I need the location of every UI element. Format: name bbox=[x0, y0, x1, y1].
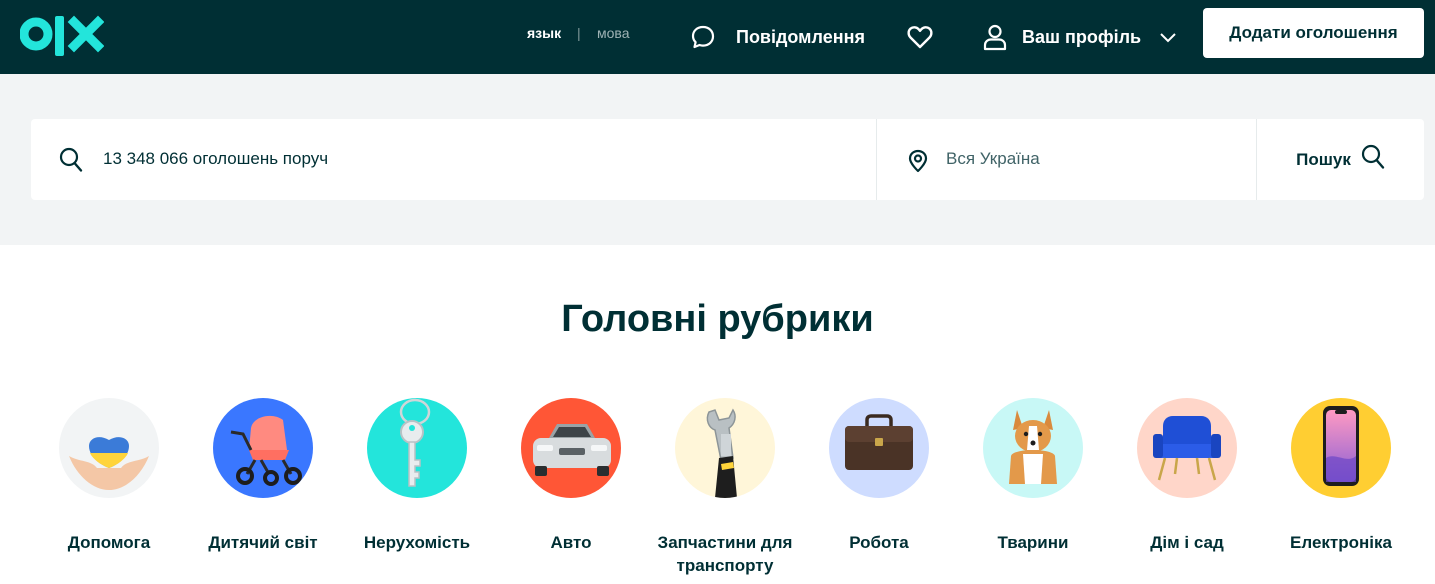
profile-menu[interactable]: Ваш профіль bbox=[982, 0, 1177, 74]
lang-separator: | bbox=[577, 25, 581, 41]
messages-label: Повідомлення bbox=[736, 26, 865, 47]
heart-icon bbox=[906, 24, 934, 50]
category-jobs[interactable]: Робота bbox=[804, 398, 954, 554]
chevron-down-icon bbox=[1159, 31, 1177, 43]
category-auto[interactable]: Авто bbox=[496, 398, 646, 554]
category-parts[interactable]: Запчастини для транспорту bbox=[650, 398, 800, 577]
lang-ua-link[interactable]: мова bbox=[597, 25, 629, 41]
search-section: Пошук bbox=[0, 74, 1435, 245]
category-home-garden[interactable]: Дім і сад bbox=[1112, 398, 1262, 554]
user-icon bbox=[982, 23, 1008, 51]
category-label: Запчастини для транспорту bbox=[657, 533, 793, 575]
category-label: Авто bbox=[550, 533, 592, 552]
profile-label: Ваш профіль bbox=[1022, 26, 1142, 47]
section-title: Головні рубрики bbox=[561, 298, 874, 340]
briefcase-icon bbox=[829, 398, 929, 498]
location-input[interactable] bbox=[946, 139, 1246, 179]
armchair-icon bbox=[1137, 398, 1237, 498]
stroller-icon bbox=[213, 398, 313, 498]
category-real-estate[interactable]: Нерухомість bbox=[342, 398, 492, 554]
category-kids[interactable]: Дитячий світ bbox=[188, 398, 338, 554]
search-input[interactable] bbox=[103, 139, 863, 179]
category-help[interactable]: Допомога bbox=[34, 398, 184, 554]
search-divider bbox=[876, 119, 877, 200]
category-animals[interactable]: Тварини bbox=[958, 398, 1108, 554]
category-label: Робота bbox=[849, 533, 909, 552]
category-label: Дім і сад bbox=[1150, 533, 1224, 552]
category-label: Дитячий світ bbox=[208, 533, 318, 552]
category-label: Електроніка bbox=[1290, 533, 1392, 552]
olx-logo[interactable] bbox=[19, 14, 105, 58]
search-icon bbox=[1361, 144, 1385, 175]
location-pin-icon bbox=[907, 149, 929, 178]
messages-link[interactable]: Повідомлення bbox=[690, 0, 865, 74]
category-electronics[interactable]: Електроніка bbox=[1266, 398, 1416, 554]
add-listing-button[interactable]: Додати оголошення bbox=[1203, 8, 1424, 58]
dog-icon bbox=[983, 398, 1083, 498]
search-bar: Пошук bbox=[31, 119, 1424, 200]
smartphone-icon bbox=[1291, 398, 1391, 498]
chat-bubble-icon bbox=[690, 24, 716, 50]
key-icon bbox=[367, 398, 467, 498]
car-icon bbox=[521, 398, 621, 498]
lang-ru-link[interactable]: язык bbox=[527, 25, 561, 41]
wrench-icon bbox=[675, 398, 775, 498]
heart-hands-icon bbox=[59, 398, 159, 498]
category-label: Допомога bbox=[67, 533, 151, 552]
top-header: язык | мова Повідомлення Ваш профіль Дод… bbox=[0, 0, 1435, 74]
category-label: Тварини bbox=[997, 533, 1069, 552]
search-button-label: Пошук bbox=[1296, 149, 1351, 169]
favorites-button[interactable] bbox=[906, 0, 934, 74]
category-label: Нерухомість bbox=[363, 533, 471, 552]
search-icon bbox=[59, 147, 83, 178]
search-button[interactable]: Пошук bbox=[1257, 119, 1424, 200]
